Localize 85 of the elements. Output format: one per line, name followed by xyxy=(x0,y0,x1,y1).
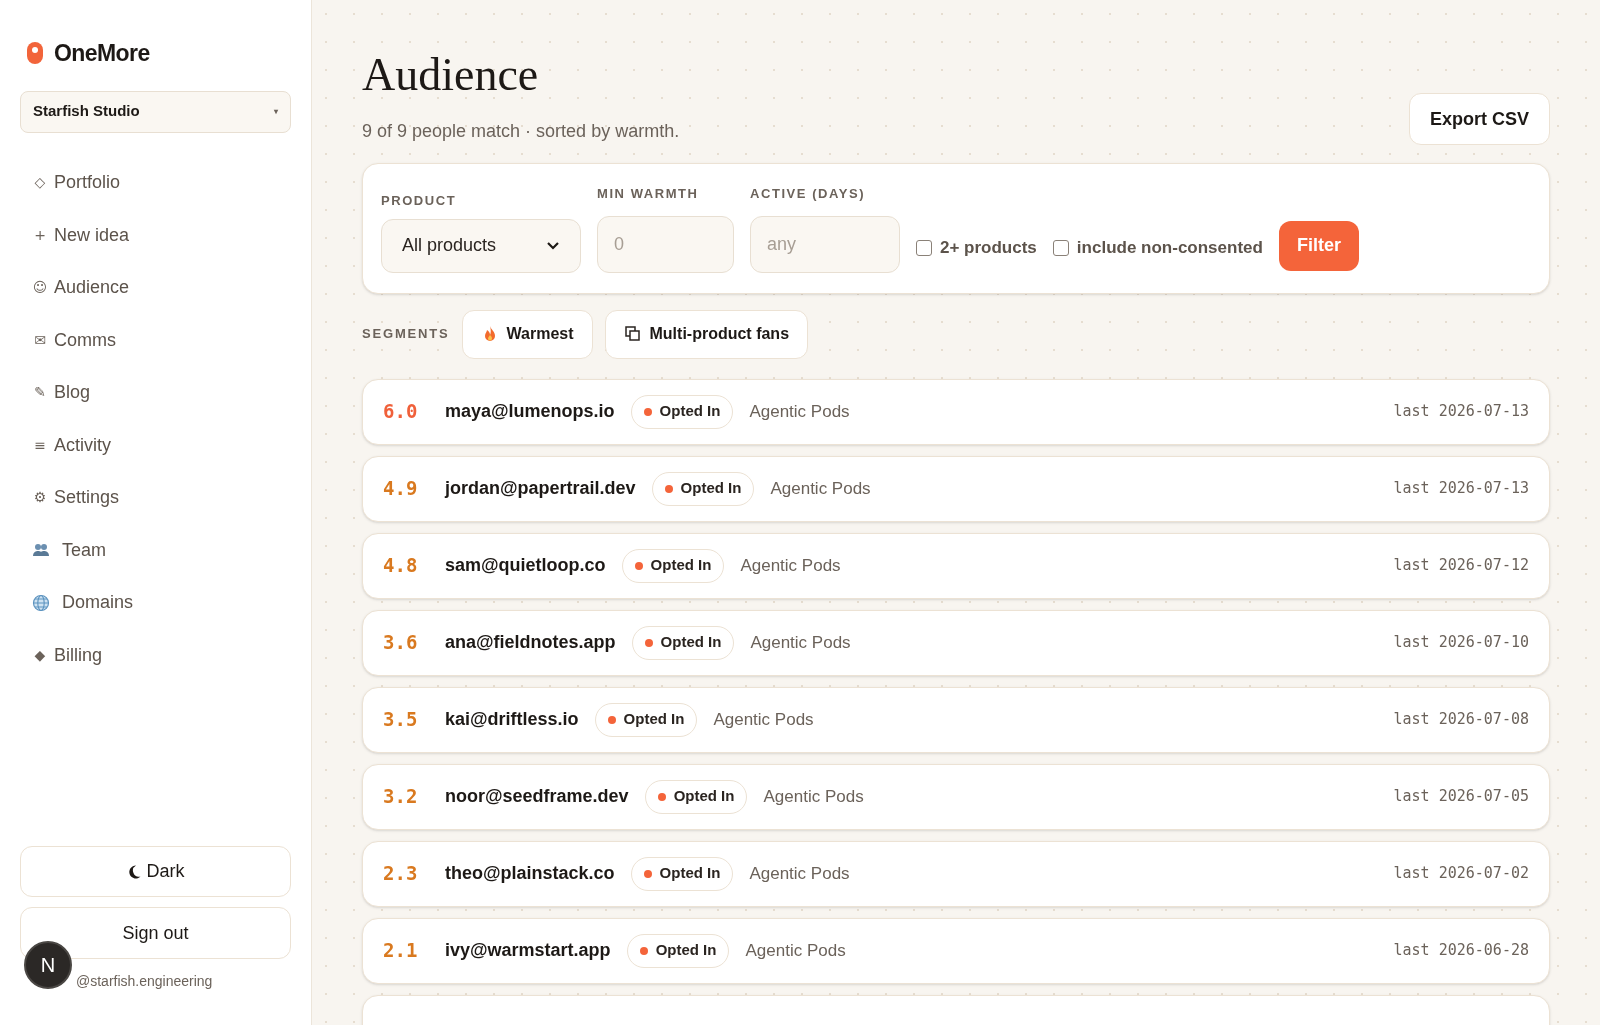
nav-item[interactable]: ⚙ Settings xyxy=(20,471,291,524)
field-label: MIN WARMTH xyxy=(597,185,700,203)
last-active-date: last 2026-07-13 xyxy=(1393,478,1529,500)
nav-item[interactable]: ☺ Audience xyxy=(20,261,291,314)
audience-row[interactable]: 3.6 ana@fieldnotes.app Opted In Agentic Pods last 2026-07-10 xyxy=(362,609,1550,676)
active-days-field[interactable]: any xyxy=(750,215,900,273)
warmth-score: 3.2 xyxy=(383,784,419,810)
warmth-score: 2.3 xyxy=(383,861,419,887)
last-active-date: last 2026-07-08 xyxy=(1393,709,1529,731)
page-title: Audience xyxy=(362,48,540,102)
checkbox[interactable] xyxy=(1052,239,1069,256)
product-select[interactable]: All products xyxy=(381,218,581,273)
contact-email: ana@fieldnotes.app xyxy=(445,631,616,654)
nav-icon: ☺ xyxy=(32,277,48,299)
warmth-score: 4.8 xyxy=(383,553,419,579)
nav-item[interactable]: + New idea xyxy=(20,209,291,262)
last-active-date: last 2026-06-28 xyxy=(1393,940,1529,962)
segments-label: SEGMENTS xyxy=(362,325,450,344)
product-name: Agentic Pods xyxy=(745,939,846,962)
segment-button[interactable]: Multi-product fans xyxy=(604,309,809,359)
user-email: @starfish.engineering xyxy=(76,972,213,991)
audience-row[interactable]: 3.5 kai@driftless.io Opted In Agentic Pods last 2026-07-08 xyxy=(362,686,1550,753)
segment-button[interactable]: Warmest xyxy=(461,309,593,359)
warmth-score: 2.1 xyxy=(383,938,419,964)
audience-row[interactable]: 2.1 ivy@warmstart.app Opted In Agentic Pods last 2026-06-28 xyxy=(362,917,1550,984)
contact-email: ivy@warmstart.app xyxy=(445,939,611,962)
nav-icon: ◆ xyxy=(32,644,48,666)
nav-icon: ✉ xyxy=(32,329,48,351)
brand-name: OneMore xyxy=(54,39,150,68)
contact-email: theo@plainstack.co xyxy=(445,862,615,885)
warmth-score: 3.6 xyxy=(383,630,419,656)
logo-icon xyxy=(24,40,46,67)
contact-email: sam@quietloop.co xyxy=(445,554,606,577)
copy-icon xyxy=(623,325,642,343)
nav-item[interactable]: ◆ Billing xyxy=(20,629,291,682)
product-name: Agentic Pods xyxy=(713,708,814,731)
product-name: Agentic Pods xyxy=(763,785,864,808)
workspace-select[interactable]: Starfish Studio ▾ xyxy=(20,90,291,133)
export-csv-button[interactable]: Export CSV xyxy=(1408,93,1550,145)
checkbox-label: 2+ products xyxy=(940,236,1037,259)
product-name: Agentic Pods xyxy=(740,554,841,577)
warmth-score: 4.9 xyxy=(383,476,419,502)
audience-row[interactable]: 2.3 theo@plainstack.co Opted In Agentic Pods last 2026-07-02 xyxy=(362,840,1550,907)
audience-row[interactable]: 6.0 maya@lumenops.io Opted In Agentic Pods last 2026-07-13 xyxy=(362,378,1550,445)
warmth-score: 3.5 xyxy=(383,707,419,733)
nav-icon: ≡ xyxy=(32,434,48,456)
nav-item[interactable]: ✎ Blog xyxy=(20,366,291,419)
contact-email: jordan@papertrail.dev xyxy=(445,477,636,500)
audience-row[interactable]: 4.8 sam@quietloop.co Opted In Agentic Pods last 2026-07-12 xyxy=(362,532,1550,599)
nav-item[interactable]: Team xyxy=(20,524,291,577)
nav-item[interactable]: ◇ Portfolio xyxy=(20,156,291,209)
audience-row[interactable]: 4.9 jordan@papertrail.dev Opted In Agentic Pods last 2026-07-13 xyxy=(362,455,1550,522)
field-label: ACTIVE (DAYS) xyxy=(750,185,867,203)
contact-email: kai@driftless.io xyxy=(445,708,579,731)
last-active-date: last 2026-07-13 xyxy=(1393,401,1529,423)
checkbox-label: include non-consented xyxy=(1076,236,1263,259)
contact-email: noor@seedframe.dev xyxy=(445,785,629,808)
field-label: PRODUCT xyxy=(381,192,458,210)
product-name: Agentic Pods xyxy=(770,477,871,500)
nav-icon: ◇ xyxy=(32,172,48,194)
globe-icon xyxy=(32,593,50,612)
chevron-icon xyxy=(546,240,560,251)
last-active-date: last 2026-07-12 xyxy=(1393,555,1529,577)
nav-icon: ✎ xyxy=(32,382,48,404)
last-active-date: last 2026-07-02 xyxy=(1393,863,1529,885)
nav-item[interactable]: ✉ Comms xyxy=(20,314,291,367)
nav-item[interactable]: Domains xyxy=(20,576,291,629)
sign-out-button[interactable]: Sign out xyxy=(20,907,291,959)
checkbox[interactable] xyxy=(916,239,932,256)
page-subtitle: 9 of 9 people match · sorted by warmth. xyxy=(362,120,680,143)
audience-row[interactable]: 3.2 noor@seedframe.dev Opted In Agentic Pods last 2026-07-05 xyxy=(362,763,1550,830)
dark-mode-button[interactable]: Dark xyxy=(20,846,291,897)
dev-badge[interactable]: N xyxy=(24,941,72,989)
caret-icon: ▾ xyxy=(274,105,278,118)
nav-icon: + xyxy=(32,224,48,246)
nav-icon: ⚙ xyxy=(32,487,48,509)
nav-item[interactable]: ≡ Activity xyxy=(20,419,291,472)
product-name: Agentic Pods xyxy=(750,631,851,654)
last-active-date: last 2026-07-10 xyxy=(1393,632,1529,654)
min-warmth-field[interactable]: 0 xyxy=(597,215,734,273)
product-name: Agentic Pods xyxy=(749,862,850,885)
product-name: Agentic Pods xyxy=(749,400,850,423)
warmth-score: 6.0 xyxy=(383,399,419,425)
contact-email: maya@lumenops.io xyxy=(445,400,615,423)
last-active-date: last 2026-07-05 xyxy=(1393,786,1529,808)
